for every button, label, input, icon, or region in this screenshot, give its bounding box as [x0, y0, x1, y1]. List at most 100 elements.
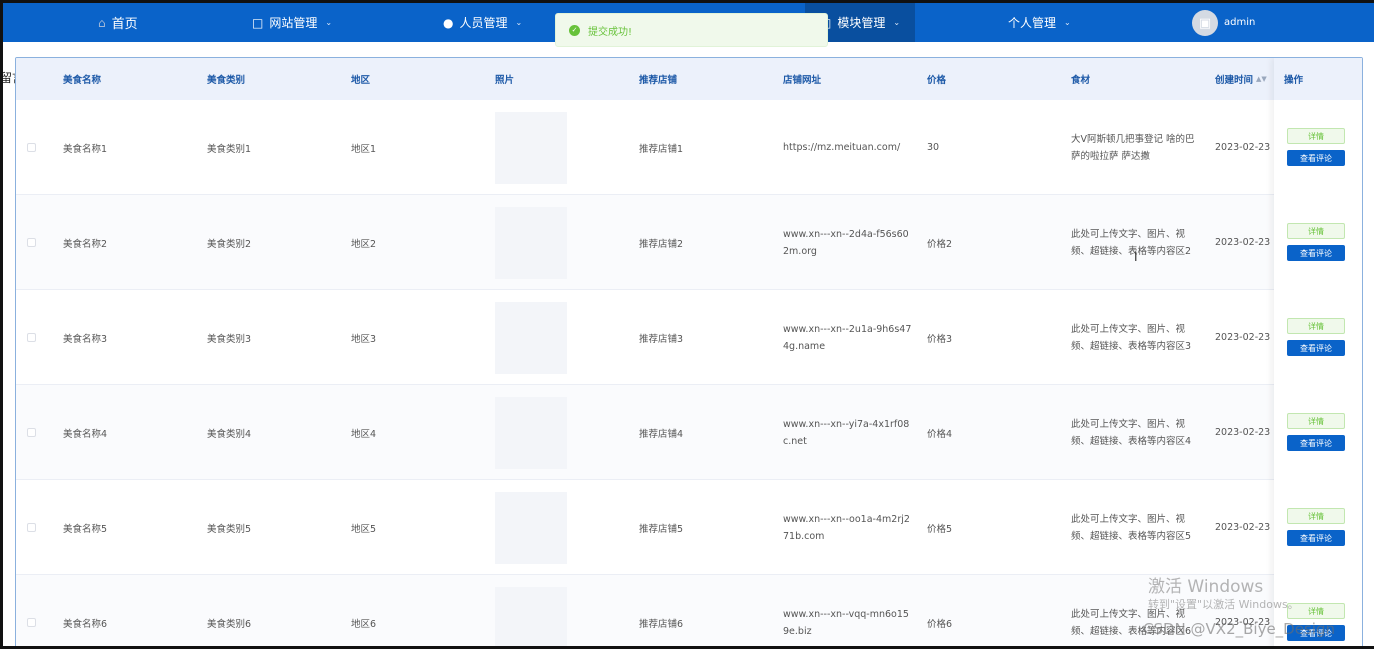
cell-ingredients: 大V阿斯顿几把事登记 啥的巴萨的啦拉萨 萨达撒 [1071, 133, 1195, 162]
user-icon: ● [443, 15, 454, 30]
cell-ingredients-wrap: 此处可上传文字、图片、视频、超链接、表格等内容区3 [1071, 290, 1201, 385]
cell-category: 美食类别1 [207, 143, 252, 155]
sort-icon[interactable]: ▲▼ [1256, 75, 1267, 83]
cell-photo [495, 100, 567, 195]
view-reviews-button[interactable]: 查看评论 [1287, 150, 1345, 166]
cell-url: www.xn---xn--vqq-mn6o159e.biz [783, 608, 909, 637]
windows-activation-title: 激活 Windows [1148, 577, 1264, 597]
cell-ingredients: 此处可上传文字、图片、视频、超链接、表格等内容区3 [1071, 323, 1192, 352]
cell-name: 美食名称5 [63, 523, 108, 535]
nav-item-label: 模块管理 [837, 16, 886, 30]
row-checkbox-cell[interactable] [27, 575, 36, 646]
cell-price: 30 [927, 142, 940, 153]
column-header-photo: 照片 [495, 75, 515, 86]
food-photo[interactable] [495, 206, 567, 279]
cell-photo [495, 480, 567, 575]
row-checkbox[interactable] [27, 238, 36, 247]
cell-url: www.xn---xn--2u1a-9h6s474g.name [783, 323, 912, 352]
row-checkbox-cell[interactable] [27, 100, 36, 195]
row-checkbox[interactable] [27, 618, 36, 627]
column-header-shop: 推荐店铺 [639, 75, 678, 86]
cell-url-wrap: https://mz.meituan.com/ [783, 100, 913, 195]
detail-button[interactable]: 详情 [1287, 128, 1345, 144]
cell-price: 价格4 [927, 428, 953, 440]
nav-item-home[interactable]: ⌂ 首页 [98, 3, 138, 42]
cell-created: 2023-02-23 1( [1215, 332, 1283, 343]
food-photo[interactable] [495, 111, 567, 184]
detail-button[interactable]: 详情 [1287, 413, 1345, 429]
cell-price: 价格5 [927, 523, 953, 535]
row-checkbox-cell[interactable] [27, 195, 36, 290]
cell-url-wrap: www.xn---xn--yi7a-4x1rf08c.net [783, 385, 913, 480]
row-checkbox-cell[interactable] [27, 385, 36, 480]
cell-price: 价格6 [927, 618, 953, 630]
chevron-down-icon: ⌄ [893, 18, 901, 27]
image-icon: ▣ [1198, 15, 1212, 31]
chevron-down-icon: ⌄ [515, 18, 523, 27]
cell-ingredients: 此处可上传文字、图片、视频、超链接、表格等内容区5 [1071, 513, 1192, 542]
detail-button[interactable]: 详情 [1287, 508, 1345, 524]
table-row: 美食名称3 美食类别3 地区3 推荐店铺3 www.xn---xn--2u1a-9h6s… [16, 290, 1362, 385]
column-header-created[interactable]: 创建时间 ▲▼ [1215, 58, 1267, 100]
cell-url-wrap: www.xn---xn--2d4a-f56s602m.org [783, 195, 913, 290]
cell-shop: 推荐店铺1 [639, 143, 684, 155]
chevron-down-icon: ⌄ [1064, 18, 1071, 27]
avatar[interactable]: ▣ [1192, 10, 1218, 36]
detail-button[interactable]: 详情 [1287, 223, 1345, 239]
cell-url: www.xn---xn--oo1a-4m2rj271b.com [783, 513, 910, 542]
column-header-url: 店铺网址 [783, 75, 822, 86]
cell-url: www.xn---xn--yi7a-4x1rf08c.net [783, 418, 910, 447]
column-header-ingredients: 食材 [1071, 75, 1091, 86]
cell-shop: 推荐店铺2 [639, 238, 684, 250]
row-checkbox[interactable] [27, 143, 36, 152]
cell-name: 美食名称6 [63, 618, 108, 630]
food-photo[interactable] [495, 301, 567, 374]
cell-region: 地区4 [351, 428, 377, 440]
nav-item-label: 人员管理 [459, 16, 508, 30]
check-circle-icon: ✓ [569, 24, 580, 36]
nav-item-label: 网站管理 [269, 16, 318, 30]
row-checkbox[interactable] [27, 333, 36, 342]
cell-name: 美食名称2 [63, 238, 108, 250]
view-reviews-button[interactable]: 查看评论 [1287, 245, 1345, 261]
monitor-icon: □ [252, 15, 264, 30]
csdn-watermark: CSDN @VX2_Biye_Design [1143, 620, 1335, 638]
cell-url: https://mz.meituan.com/ [783, 142, 901, 153]
cell-shop: 推荐店铺3 [639, 333, 684, 345]
cell-photo [495, 385, 567, 480]
column-header-price: 价格 [927, 75, 947, 86]
food-photo[interactable] [495, 491, 567, 564]
view-reviews-button[interactable]: 查看评论 [1287, 435, 1345, 451]
cell-category: 美食类别5 [207, 523, 252, 535]
cell-region: 地区1 [351, 143, 377, 155]
nav-item-staff-management[interactable]: ● 人员管理 ⌄ [443, 3, 522, 42]
cell-shop: 推荐店铺5 [639, 523, 684, 535]
row-checkbox[interactable] [27, 428, 36, 437]
cell-ingredients-wrap: 此处可上传文字、图片、视频、超链接、表格等内容区4 [1071, 385, 1201, 480]
row-checkbox[interactable] [27, 523, 36, 532]
column-header-region: 地区 [351, 75, 371, 86]
cell-url-wrap: www.xn---xn--oo1a-4m2rj271b.com [783, 480, 913, 575]
view-reviews-button[interactable]: 查看评论 [1287, 530, 1345, 546]
chevron-down-icon: ⌄ [325, 18, 333, 27]
cell-url: www.xn---xn--2d4a-f56s602m.org [783, 228, 909, 257]
cell-created: 2023-02-23 1( [1215, 427, 1283, 438]
cell-region: 地区6 [351, 618, 377, 630]
cell-created: 2023-02-23 1( [1215, 237, 1283, 248]
detail-button[interactable]: 详情 [1287, 318, 1345, 334]
view-reviews-button[interactable]: 查看评论 [1287, 340, 1345, 356]
row-checkbox-cell[interactable] [27, 290, 36, 385]
home-icon: ⌂ [98, 15, 106, 30]
food-photo[interactable] [495, 396, 567, 469]
cell-name: 美食名称3 [63, 333, 108, 345]
cell-created: 2023-02-23 1( [1215, 142, 1283, 153]
username[interactable]: admin [1224, 3, 1255, 42]
nav-item-personal-management[interactable]: 个人管理 ⌄ [1008, 3, 1071, 42]
nav-item-site-management[interactable]: □ 网站管理 ⌄ [252, 3, 332, 42]
cell-photo [495, 290, 567, 385]
cell-name: 美食名称4 [63, 428, 108, 440]
cell-price: 价格2 [927, 238, 953, 250]
food-photo[interactable] [495, 586, 567, 646]
row-checkbox-cell[interactable] [27, 480, 36, 575]
table-row: 美食名称2 美食类别2 地区2 推荐店铺2 www.xn---xn--2d4a-f56s… [16, 195, 1362, 290]
